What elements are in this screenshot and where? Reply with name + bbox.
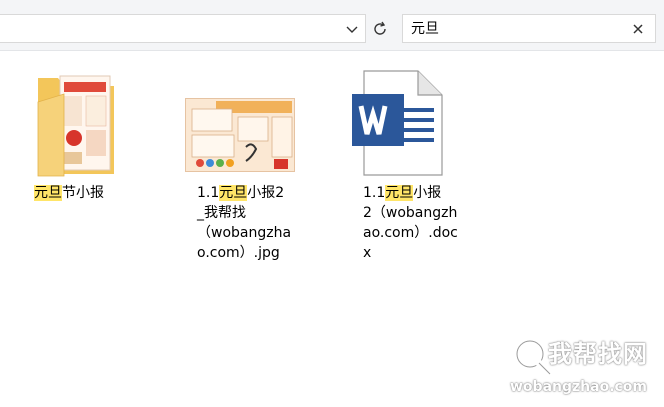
folder-icon	[37, 75, 114, 177]
file-label: 元旦节小报	[34, 185, 104, 201]
refresh-icon	[374, 21, 386, 35]
address-bar[interactable]	[0, 14, 366, 43]
watermark-title: 我帮找网	[548, 340, 648, 368]
chevron-down-icon[interactable]	[345, 22, 359, 36]
word-document-icon	[352, 70, 443, 176]
close-icon[interactable]	[631, 22, 645, 36]
search-box[interactable]: 元旦	[402, 14, 656, 43]
search-input[interactable]: 元旦	[411, 20, 439, 38]
refresh-button[interactable]	[368, 14, 392, 43]
image-thumbnail	[185, 98, 295, 172]
watermark-domain: wobangzhao.com	[510, 379, 648, 395]
thumbnail-art	[186, 99, 294, 171]
toolbar: 元旦	[0, 0, 664, 51]
file-label: 1.1元旦小报 2（wobangzh ao.com）.doc x	[363, 185, 458, 261]
file-label: 1.1元旦小报2 _我帮找 （wobangzha o.com）.jpg	[197, 185, 292, 261]
